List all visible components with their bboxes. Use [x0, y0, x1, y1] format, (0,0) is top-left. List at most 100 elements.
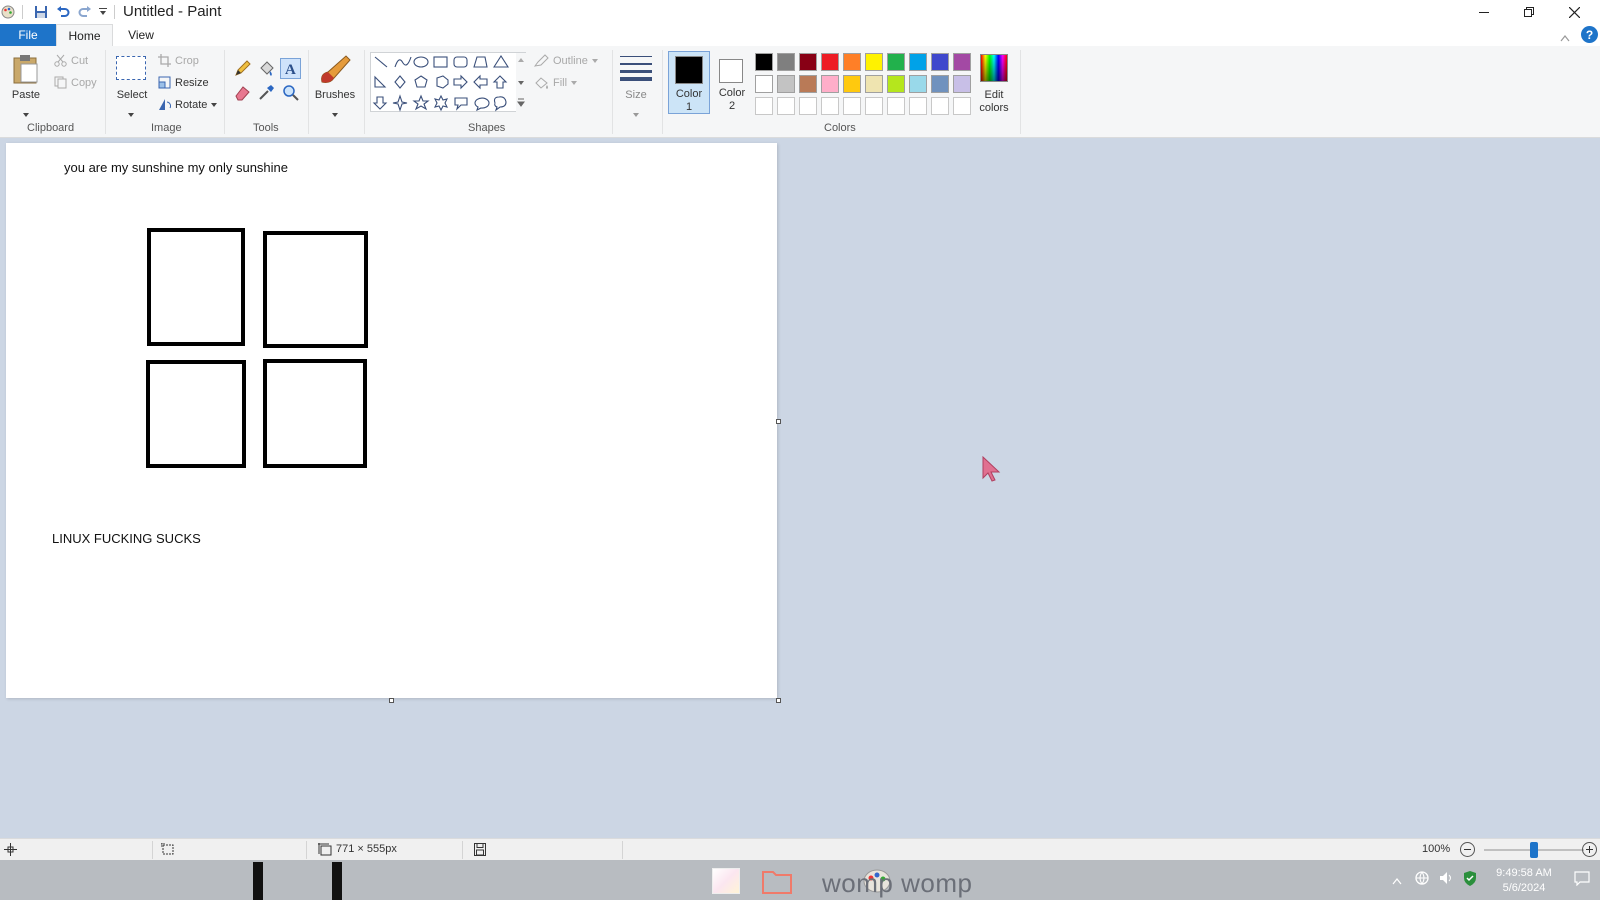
undo-icon[interactable] [54, 3, 72, 21]
pencil-icon[interactable] [234, 60, 251, 82]
palette-color-swatch[interactable] [799, 75, 817, 93]
drawn-square-top-left [147, 228, 245, 346]
size-button[interactable]: Size [618, 89, 654, 102]
palette-color-swatch[interactable] [821, 75, 839, 93]
brushes-icon[interactable] [318, 54, 352, 91]
color1-swatch [675, 56, 703, 84]
help-icon[interactable]: ? [1581, 26, 1598, 43]
show-hidden-icons-icon[interactable] [1392, 872, 1402, 890]
palette-color-swatch[interactable] [887, 53, 905, 71]
text-tool-icon[interactable]: A [280, 58, 301, 79]
edit-colors-button[interactable]: Edit colors [974, 89, 1014, 115]
palette-color-swatch[interactable] [865, 75, 883, 93]
color2-button[interactable]: Color 2 [712, 51, 752, 114]
color-picker-icon[interactable] [258, 84, 275, 106]
customize-quick-access-icon[interactable] [98, 3, 108, 21]
rotate-button[interactable]: Rotate [158, 98, 218, 111]
clipboard-group-label: Clipboard [27, 122, 75, 134]
taskbar-clock[interactable]: 9:49:58 AM 5/6/2024 [1480, 866, 1568, 896]
palette-color-swatch[interactable] [865, 97, 883, 115]
drawing-canvas[interactable]: you are my sunshine my only sunshine LIN… [6, 143, 777, 698]
eraser-icon[interactable] [234, 84, 251, 106]
cut-button[interactable]: Cut [54, 54, 88, 67]
status-divider [306, 841, 307, 859]
color1-button[interactable]: Color 1 [668, 51, 710, 114]
brushes-dropdown-icon[interactable] [332, 104, 338, 122]
rotate-dropdown-icon [211, 102, 218, 107]
palette-color-swatch[interactable] [777, 97, 795, 115]
tab-home[interactable]: Home [56, 24, 113, 46]
palette-color-swatch[interactable] [909, 53, 927, 71]
palette-color-swatch[interactable] [953, 97, 971, 115]
size-dropdown-icon[interactable] [633, 104, 639, 122]
fill-button[interactable]: Fill [534, 76, 578, 89]
palette-color-swatch[interactable] [755, 75, 773, 93]
palette-color-swatch[interactable] [909, 75, 927, 93]
magnifier-icon[interactable] [282, 84, 299, 106]
palette-color-swatch[interactable] [865, 53, 883, 71]
tab-view[interactable]: View [115, 24, 167, 46]
palette-color-swatch[interactable] [799, 53, 817, 71]
curve-shape-icon [394, 56, 412, 68]
canvas-resize-handle-bottom[interactable] [389, 698, 394, 703]
palette-color-swatch[interactable] [931, 97, 949, 115]
palette-color-swatch[interactable] [953, 75, 971, 93]
redo-icon[interactable] [76, 3, 94, 21]
minimize-button[interactable] [1462, 0, 1506, 24]
palette-color-swatch[interactable] [821, 53, 839, 71]
zoom-slider-thumb[interactable] [1530, 842, 1538, 858]
left-arrow-shape-icon [473, 74, 488, 90]
copy-button[interactable]: Copy [54, 76, 97, 89]
rounded-rectangle-shape-icon [453, 56, 468, 68]
palette-color-swatch[interactable] [953, 53, 971, 71]
right-arrow-shape-icon [453, 74, 468, 90]
palette-color-swatch[interactable] [755, 97, 773, 115]
fill-bucket-icon[interactable] [258, 60, 275, 82]
palette-color-swatch[interactable] [887, 75, 905, 93]
folder-icon[interactable] [762, 868, 792, 899]
palette-color-swatch[interactable] [755, 53, 773, 71]
network-icon[interactable] [1414, 870, 1430, 891]
volume-icon[interactable] [1438, 870, 1454, 891]
canvas-resize-handle-right[interactable] [776, 419, 781, 424]
outline-button[interactable]: Outline [534, 54, 598, 67]
cloud-callout-shape-icon [493, 96, 507, 112]
restore-button[interactable] [1507, 0, 1551, 24]
select-button[interactable]: Select [112, 89, 152, 102]
paste-dropdown-icon[interactable] [23, 104, 29, 122]
size-icon[interactable] [620, 54, 652, 87]
rectangle-shape-icon [433, 56, 448, 68]
edit-colors-icon[interactable] [980, 54, 1008, 82]
palette-color-swatch[interactable] [931, 75, 949, 93]
palette-color-swatch[interactable] [843, 75, 861, 93]
palette-color-swatch[interactable] [777, 75, 795, 93]
palette-color-swatch[interactable] [909, 97, 927, 115]
zoom-out-button[interactable] [1460, 842, 1475, 857]
oval-shape-icon [413, 56, 429, 68]
select-dropdown-icon[interactable] [128, 104, 134, 122]
canvas-resize-handle-corner[interactable] [776, 698, 781, 703]
palette-color-swatch[interactable] [843, 53, 861, 71]
save-icon[interactable] [32, 3, 50, 21]
zoom-in-button[interactable] [1582, 842, 1597, 857]
palette-color-swatch[interactable] [931, 53, 949, 71]
brushes-button[interactable]: Brushes [312, 89, 358, 102]
paint-app-icon[interactable] [0, 3, 16, 21]
paste-icon[interactable] [12, 54, 40, 89]
security-shield-icon[interactable] [1462, 870, 1478, 892]
collapse-ribbon-icon[interactable] [1560, 29, 1570, 47]
taskbar-app-icon[interactable] [712, 868, 740, 894]
palette-color-swatch[interactable] [777, 53, 795, 71]
palette-color-swatch[interactable] [799, 97, 817, 115]
resize-button[interactable]: Resize [158, 76, 209, 89]
notification-center-icon[interactable] [1574, 870, 1590, 891]
select-icon[interactable] [116, 56, 146, 80]
crop-button[interactable]: Crop [158, 54, 199, 67]
close-button[interactable] [1552, 0, 1596, 24]
palette-color-swatch[interactable] [887, 97, 905, 115]
tab-file[interactable]: File [0, 24, 56, 46]
palette-color-swatch[interactable] [843, 97, 861, 115]
palette-color-swatch[interactable] [821, 97, 839, 115]
paste-button[interactable]: Paste [8, 89, 44, 102]
plus-icon [1586, 846, 1593, 853]
